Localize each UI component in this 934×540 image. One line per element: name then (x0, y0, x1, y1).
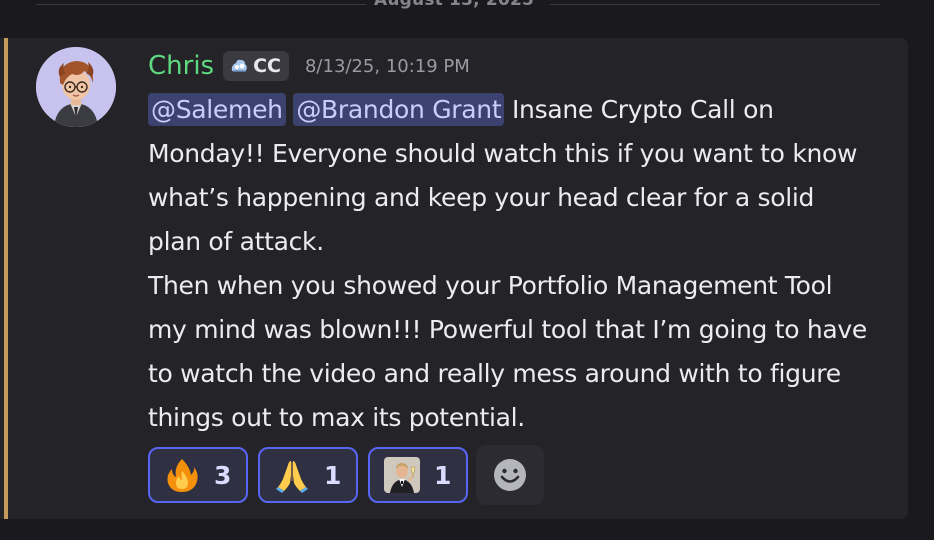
divider-line-right (550, 4, 880, 5)
avatar[interactable] (36, 47, 116, 127)
reaction-count-fire: 3 (214, 460, 232, 490)
add-reaction-button[interactable] (476, 445, 544, 505)
fire-icon (167, 459, 198, 492)
server-tag[interactable]: CC (223, 51, 289, 81)
reaction-fire[interactable]: 3 (148, 447, 248, 503)
message[interactable]: Chris CC 8/13/25, 10:19 PM @Salemeh @Bra… (0, 38, 908, 519)
divider-line-left (36, 4, 366, 5)
folded-hands-icon (276, 461, 308, 493)
message-paragraph-2: Then when you showed your Portfolio Mana… (148, 264, 868, 440)
reaction-toast-gif[interactable]: 1 (368, 447, 468, 503)
server-tag-label: CC (253, 55, 281, 77)
mention-highlight-bar (4, 38, 8, 519)
message-timestamp[interactable]: 8/13/25, 10:19 PM (305, 56, 470, 77)
author-name[interactable]: Chris (148, 51, 214, 81)
reaction-count-folded-hands: 1 (324, 460, 342, 490)
date-divider-text: August 13, 2025 (374, 0, 535, 10)
reaction-folded-hands[interactable]: 1 (258, 447, 358, 503)
date-divider: August 13, 2025 (0, 0, 934, 14)
avatar-illustration-icon (36, 47, 116, 127)
mention-brandon-grant[interactable]: @Brandon Grant (293, 93, 505, 126)
message-text-second: Then when you showed your Portfolio Mana… (148, 271, 868, 432)
reactions-bar: 3 1 1 (148, 445, 544, 505)
message-paragraph-1: @Salemeh @Brandon Grant Insane Crypto Ca… (148, 88, 868, 264)
message-header: Chris CC 8/13/25, 10:19 PM (148, 48, 470, 84)
toast-gif-icon (384, 457, 420, 493)
reaction-count-toast-gif: 1 (434, 460, 452, 490)
smiley-add-icon (494, 459, 526, 491)
server-tag-icon (231, 59, 247, 72)
message-content: @Salemeh @Brandon Grant Insane Crypto Ca… (148, 88, 868, 440)
mention-salemeh[interactable]: @Salemeh (148, 93, 286, 126)
